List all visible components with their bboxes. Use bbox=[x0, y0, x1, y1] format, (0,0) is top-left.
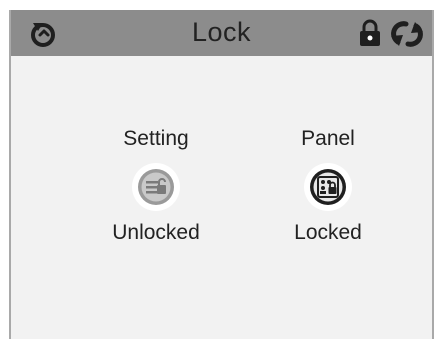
title-bar: Lock bbox=[11, 10, 432, 56]
panel-lock-item: Panel Locked bbox=[253, 126, 403, 246]
panel-status: Locked bbox=[294, 221, 362, 244]
setting-status: Unlocked bbox=[112, 221, 200, 244]
settings-unlocked-icon bbox=[132, 163, 180, 211]
setting-label: Setting bbox=[123, 127, 189, 150]
setting-lock-item: Setting Unlocked bbox=[81, 126, 231, 246]
lock-icon[interactable] bbox=[359, 19, 381, 47]
panel-label: Panel bbox=[301, 127, 355, 150]
lock-screen: Lock Setting Unlocked Panel Locked bbox=[9, 10, 434, 339]
panel-lock-toggle[interactable] bbox=[303, 162, 353, 212]
refresh-icon[interactable] bbox=[390, 20, 424, 48]
panel-locked-icon bbox=[304, 163, 352, 211]
setting-lock-toggle[interactable] bbox=[131, 162, 181, 212]
